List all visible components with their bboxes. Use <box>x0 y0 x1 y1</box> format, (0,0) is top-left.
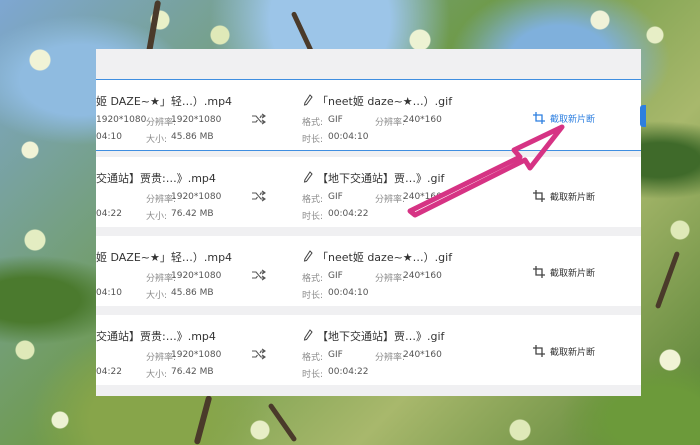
pencil-icon[interactable] <box>303 250 313 262</box>
source-resolution-value: 1920*1080 <box>171 115 222 125</box>
format-label: 格式: <box>302 118 324 128</box>
crop-icon[interactable] <box>533 190 545 202</box>
source-size-label: 大小: <box>146 212 168 222</box>
source-size-label: 大小: <box>146 135 168 145</box>
duration-value: 00:04:10 <box>328 288 369 298</box>
output-resolution-label: 分辨率: <box>375 274 406 284</box>
source-duration-value: 04:10 <box>96 288 122 298</box>
file-row[interactable]: 姬 DAZE~★」轻…）.mp4 1920*1080 分辨率: 1920*108… <box>96 79 641 151</box>
source-size-label: 大小: <box>146 291 168 301</box>
output-resolution-value: 240*160 <box>403 192 442 202</box>
file-row[interactable]: 姬 DAZE~★」轻…）.mp4 分辨率: 1920*1080 04:10 大小… <box>96 236 641 306</box>
output-file-name[interactable]: 「neet姬 daze~★…）.gif <box>317 93 452 109</box>
format-value: GIF <box>328 271 343 281</box>
source-file-name: 姬 DAZE~★」轻…）.mp4 <box>96 251 233 264</box>
source-size-value: 45.86 MB <box>171 132 214 142</box>
source-size-value: 45.86 MB <box>171 288 214 298</box>
duration-label: 时长: <box>302 135 324 145</box>
duration-value: 00:04:22 <box>328 367 369 377</box>
shuffle-icon <box>252 113 266 125</box>
shuffle-icon <box>252 190 266 202</box>
format-value: GIF <box>328 350 343 360</box>
file-row[interactable]: 交通站】贾贵:…》.mp4 分辨率: 1920*1080 04:22 大小: 7… <box>96 157 641 227</box>
format-value: GIF <box>328 192 343 202</box>
crop-icon[interactable] <box>533 266 545 278</box>
output-resolution-label: 分辨率: <box>375 195 406 205</box>
crop-new-clip-button[interactable]: 截取新片断 <box>550 345 595 358</box>
pencil-icon[interactable] <box>303 329 313 341</box>
source-size-value: 76.42 MB <box>171 209 214 219</box>
duration-label: 时长: <box>302 291 324 301</box>
duration-label: 时长: <box>302 370 324 380</box>
output-file-name[interactable]: 「neet姬 daze~★…）.gif <box>317 249 452 265</box>
source-duration-value: 04:10 <box>96 132 122 142</box>
source-file-name: 交通站】贾贵:…》.mp4 <box>96 330 216 343</box>
source-file-name: 交通站】贾贵:…》.mp4 <box>96 172 216 185</box>
pencil-icon[interactable] <box>303 171 313 183</box>
source-size-value: 76.42 MB <box>171 367 214 377</box>
source-resolution-value: 1920*1080 <box>171 350 222 360</box>
source-resolution-value: 1920*1080 <box>171 192 222 202</box>
crop-new-clip-button[interactable]: 截取新片断 <box>550 112 595 125</box>
output-resolution-value: 240*160 <box>403 115 442 125</box>
file-row[interactable]: 交通站】贾贵:…》.mp4 分辨率: 1920*1080 04:22 大小: 7… <box>96 315 641 385</box>
side-scroll-tab[interactable] <box>640 105 646 127</box>
duration-value: 00:04:10 <box>328 132 369 142</box>
output-resolution-value: 240*160 <box>403 271 442 281</box>
output-file-name[interactable]: 【地下交通站】贾…》.gif <box>317 328 444 344</box>
crop-icon[interactable] <box>533 112 545 124</box>
format-value: GIF <box>328 115 343 125</box>
output-resolution-value: 240*160 <box>403 350 442 360</box>
source-duration-value: 04:22 <box>96 367 122 377</box>
format-label: 格式: <box>302 195 324 205</box>
source-size-label: 大小: <box>146 370 168 380</box>
output-resolution-label: 分辨率: <box>375 118 406 128</box>
crop-new-clip-button[interactable]: 截取新片断 <box>550 190 595 203</box>
source-resolution-value: 1920*1080 <box>96 115 147 125</box>
format-label: 格式: <box>302 353 324 363</box>
source-duration-value: 04:22 <box>96 209 122 219</box>
source-file-name: 姬 DAZE~★」轻…）.mp4 <box>96 95 233 108</box>
pencil-icon[interactable] <box>303 94 313 106</box>
source-resolution-value: 1920*1080 <box>171 271 222 281</box>
output-resolution-label: 分辨率: <box>375 353 406 363</box>
shuffle-icon <box>252 269 266 281</box>
conversion-list-panel: 姬 DAZE~★」轻…）.mp4 1920*1080 分辨率: 1920*108… <box>96 49 641 396</box>
output-file-name[interactable]: 【地下交通站】贾…》.gif <box>317 170 444 186</box>
crop-new-clip-button[interactable]: 截取新片断 <box>550 266 595 279</box>
format-label: 格式: <box>302 274 324 284</box>
duration-value: 00:04:22 <box>328 209 369 219</box>
shuffle-icon <box>252 348 266 360</box>
crop-icon[interactable] <box>533 345 545 357</box>
duration-label: 时长: <box>302 212 324 222</box>
